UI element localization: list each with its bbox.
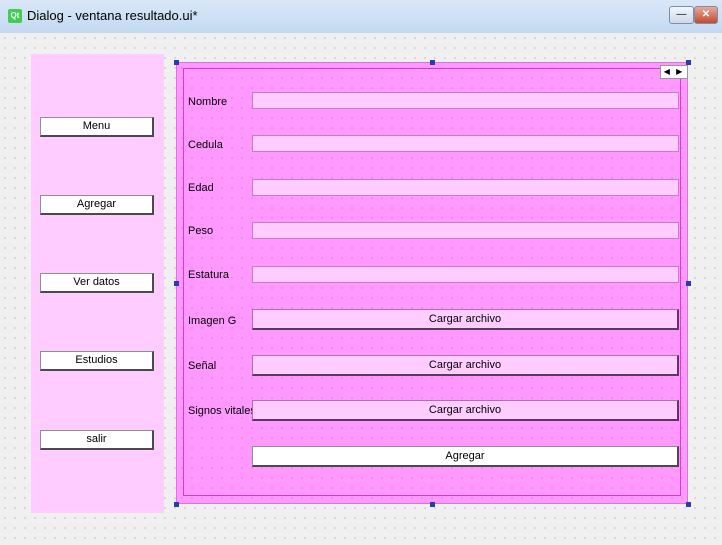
imagen-g-upload-button[interactable]: Cargar archivo	[252, 309, 679, 330]
ver-datos-button[interactable]: Ver datos	[40, 273, 154, 293]
nombre-label: Nombre	[188, 96, 228, 108]
minimize-button[interactable]: —	[669, 6, 694, 24]
selection-handle[interactable]	[174, 281, 179, 286]
close-button[interactable]: ✕	[694, 6, 718, 24]
selection-handle[interactable]	[174, 502, 179, 507]
estatura-label: Estatura	[188, 269, 229, 281]
selection-handle[interactable]	[430, 60, 435, 65]
signos-vitales-upload-button[interactable]: Cargar archivo	[252, 400, 679, 421]
selection-handle[interactable]	[686, 281, 691, 286]
selection-handle[interactable]	[686, 502, 691, 507]
cedula-input[interactable]	[252, 135, 679, 152]
salir-button[interactable]: salir	[40, 430, 154, 450]
agregar-nav-button[interactable]: Agregar	[40, 195, 154, 215]
cedula-label: Cedula	[188, 139, 223, 151]
peso-label: Peso	[188, 225, 214, 237]
page-nav-arrows-icon[interactable]: ◀ ▶	[660, 65, 688, 79]
edad-label: Edad	[188, 182, 214, 194]
edad-input[interactable]	[252, 179, 679, 196]
nombre-input[interactable]	[252, 92, 679, 109]
imagen-g-label: Imagen G	[188, 315, 237, 327]
window-title: Dialog - ventana resultado.ui*	[27, 8, 198, 23]
menu-button[interactable]: Menu	[40, 117, 154, 137]
peso-input[interactable]	[252, 222, 679, 239]
agregar-submit-button[interactable]: Agregar	[252, 446, 679, 467]
selection-handle[interactable]	[430, 502, 435, 507]
estudios-button[interactable]: Estudios	[40, 351, 154, 371]
senal-upload-button[interactable]: Cargar archivo	[252, 355, 679, 376]
selection-handle[interactable]	[174, 60, 179, 65]
qt-logo-icon: Qt	[8, 9, 22, 23]
window-title-bar: Qt Dialog - ventana resultado.ui* — ✕	[0, 0, 722, 33]
senal-label: Señal	[188, 360, 217, 372]
signos-vitales-label: Signos vitales	[188, 405, 256, 417]
estatura-input[interactable]	[252, 266, 679, 283]
